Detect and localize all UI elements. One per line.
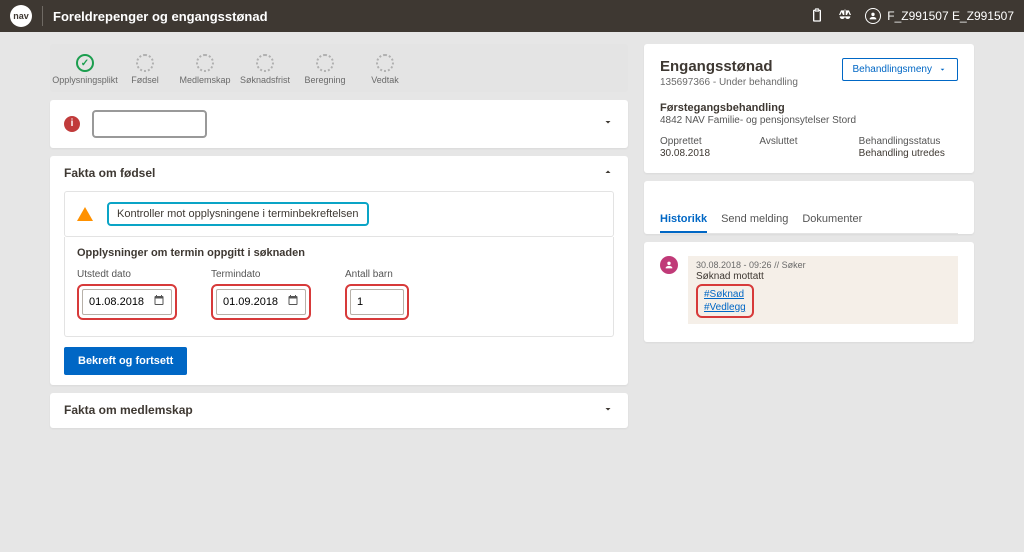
user-icon — [865, 8, 881, 24]
tab-historikk[interactable]: Historikk — [660, 205, 707, 233]
chevron-down-icon — [602, 116, 614, 131]
step-fodsel[interactable]: Fødsel — [118, 54, 172, 86]
clipboard-icon[interactable] — [809, 7, 825, 26]
highlight-box — [211, 284, 311, 320]
membership-panel: Fakta om medlemskap — [50, 393, 628, 428]
antall-barn-label: Antall barn — [345, 269, 409, 280]
step-opplysningsplikt[interactable]: Opplysningsplikt — [58, 54, 112, 86]
history-card: 30.08.2018 - 09:26 // Søker Søknad motta… — [644, 242, 974, 342]
user-menu[interactable]: F_Z991507 E_Z991507 — [865, 8, 1014, 24]
opprettet-value: 30.08.2018 — [660, 148, 759, 159]
chevron-down-icon — [938, 65, 947, 74]
case-subtitle: 135697366 - Under behandling — [660, 77, 798, 88]
warning-icon — [77, 207, 93, 221]
user-name: F_Z991507 E_Z991507 — [887, 9, 1014, 23]
history-link-vedlegg[interactable]: #Vedlegg — [704, 301, 746, 314]
tab-send-melding[interactable]: Send melding — [721, 205, 788, 233]
history-item: 30.08.2018 - 09:26 // Søker Søknad motta… — [660, 256, 958, 324]
case-enhet: 4842 NAV Familie- og pensjonsytelser Sto… — [660, 115, 958, 126]
termindato-label: Termindato — [211, 269, 311, 280]
birth-panel: Fakta om fødsel Kontroller mot opplysnin… — [50, 156, 628, 385]
process-steps: Opplysningsplikt Fødsel Medlemskap Søkna… — [50, 44, 628, 92]
placeholder-box — [92, 110, 207, 138]
divider — [42, 6, 43, 26]
closed-panel-header[interactable]: i — [64, 110, 614, 138]
history-link-soknad[interactable]: #Søknad — [704, 288, 746, 301]
antall-barn-field: Antall barn — [345, 269, 409, 320]
chevron-up-icon — [602, 166, 614, 181]
alert-box: Kontroller mot opplysningene i terminbek… — [64, 191, 614, 237]
birth-panel-title: Fakta om fødsel — [64, 166, 155, 180]
behandling-type: Førstegangsbehandling — [660, 102, 958, 114]
avsluttet-label: Avsluttet — [759, 136, 858, 147]
balance-icon[interactable] — [837, 7, 853, 26]
history-meta: 30.08.2018 - 09:26 // Søker — [696, 260, 950, 270]
highlight-box — [77, 284, 177, 320]
alert-highlight: Kontroller mot opplysningene i terminbek… — [107, 202, 369, 226]
utstedt-dato-field: Utstedt dato — [77, 269, 177, 320]
confirm-button[interactable]: Bekreft og fortsett — [64, 347, 187, 375]
opprettet-label: Opprettet — [660, 136, 759, 147]
person-icon — [660, 256, 678, 274]
utstedt-dato-input[interactable] — [89, 296, 153, 308]
status-label: Behandlingsstatus — [859, 136, 958, 147]
calendar-icon[interactable] — [153, 294, 165, 309]
status-value: Behandling utredes — [859, 148, 958, 159]
tab-dokumenter[interactable]: Dokumenter — [802, 205, 862, 233]
termindato-field: Termindato — [211, 269, 311, 320]
calendar-icon[interactable] — [287, 294, 299, 309]
step-beregning[interactable]: Beregning — [298, 54, 352, 86]
birth-panel-header[interactable]: Fakta om fødsel — [64, 166, 614, 181]
history-title: Søknad mottatt — [696, 271, 950, 282]
logo: nav — [10, 5, 32, 27]
step-medlemskap[interactable]: Medlemskap — [178, 54, 232, 86]
case-summary: Engangsstønad 135697366 - Under behandli… — [644, 44, 974, 173]
highlight-box — [345, 284, 409, 320]
behandlingsmeny-button[interactable]: Behandlingsmeny — [842, 58, 959, 81]
utstedt-dato-label: Utstedt dato — [77, 269, 177, 280]
membership-panel-header[interactable]: Fakta om medlemskap — [64, 403, 614, 418]
termin-section-title: Opplysninger om termin oppgitt i søknade… — [77, 247, 601, 259]
tabs: Historikk Send melding Dokumenter — [660, 205, 958, 234]
termindato-input[interactable] — [223, 296, 287, 308]
step-soknadsfrist[interactable]: Søknadsfrist — [238, 54, 292, 86]
step-vedtak[interactable]: Vedtak — [358, 54, 412, 86]
case-title: Engangsstønad — [660, 58, 798, 75]
app-title: Foreldrepenger og engangsstønad — [53, 9, 809, 24]
tabs-card: Historikk Send melding Dokumenter — [644, 181, 974, 234]
topbar: nav Foreldrepenger og engangsstønad F_Z9… — [0, 0, 1024, 32]
info-icon: i — [64, 116, 80, 132]
membership-panel-title: Fakta om medlemskap — [64, 403, 193, 417]
highlight-box: #Søknad #Vedlegg — [696, 284, 754, 318]
closed-panel: i — [50, 100, 628, 148]
termin-info-box: Opplysninger om termin oppgitt i søknade… — [64, 237, 614, 337]
alert-text: Kontroller mot opplysningene i terminbek… — [117, 208, 359, 220]
antall-barn-input[interactable] — [357, 296, 397, 308]
chevron-down-icon — [602, 403, 614, 418]
